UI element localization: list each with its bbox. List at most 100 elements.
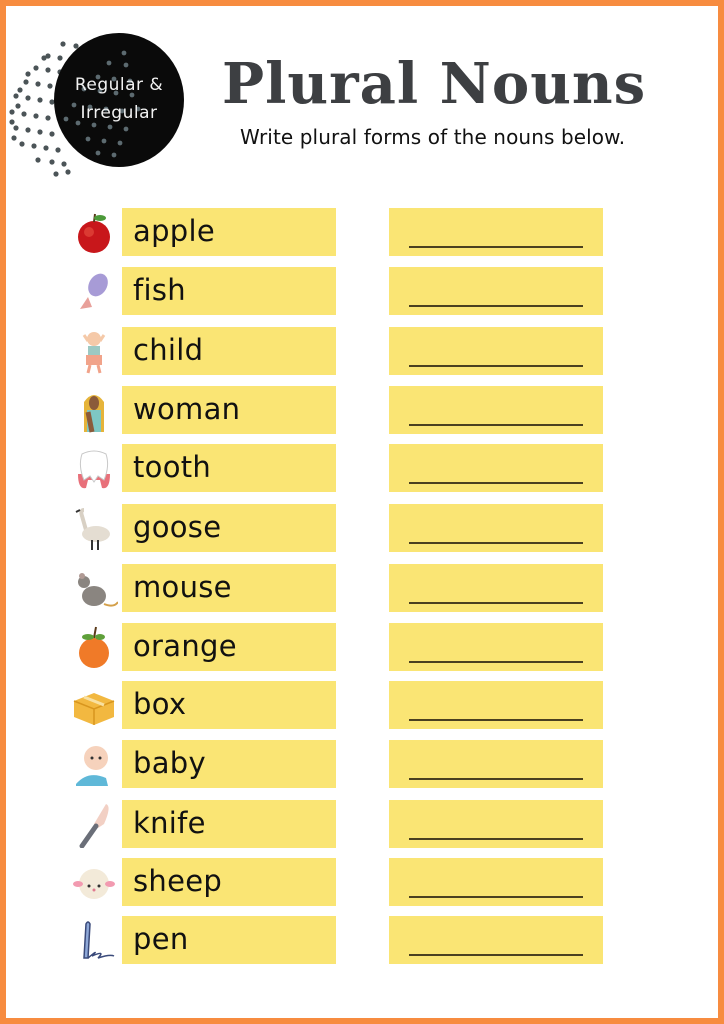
dot <box>111 152 117 158</box>
dot <box>45 67 51 73</box>
knife-icon <box>79 804 109 848</box>
noun-box: apple <box>122 208 336 256</box>
dot <box>25 127 31 133</box>
goose-icon <box>75 508 110 550</box>
plural-answer-field[interactable] <box>389 858 603 906</box>
dot <box>19 141 25 147</box>
answer-line <box>409 246 583 248</box>
noun-row: tooth <box>0 444 724 493</box>
pen-icon <box>83 921 115 959</box>
dot <box>106 60 112 66</box>
answer-line <box>409 424 583 426</box>
dot <box>43 145 49 151</box>
noun-box: box <box>122 681 336 729</box>
answer-line <box>409 719 583 721</box>
dot <box>15 103 21 109</box>
dot <box>13 125 19 131</box>
dot <box>21 111 27 117</box>
answer-line <box>409 661 583 663</box>
plural-answer-field[interactable] <box>389 564 603 612</box>
noun-row: orange <box>0 623 724 672</box>
dot <box>123 62 129 68</box>
dot <box>37 97 43 103</box>
plural-answer-field[interactable] <box>389 623 603 671</box>
answer-line <box>409 305 583 307</box>
noun-word: apple <box>133 214 215 248</box>
noun-box: tooth <box>122 444 336 492</box>
noun-word: mouse <box>133 570 232 604</box>
dot <box>41 55 47 61</box>
dot <box>35 157 41 163</box>
noun-row: apple <box>0 208 724 257</box>
dot <box>23 79 29 85</box>
answer-line <box>409 896 583 898</box>
sheep-icon <box>73 869 115 899</box>
plural-answer-field[interactable] <box>389 916 603 964</box>
plural-answer-field[interactable] <box>389 740 603 788</box>
noun-word: sheep <box>133 864 223 898</box>
noun-box: pen <box>122 916 336 964</box>
noun-row: pen <box>0 916 724 965</box>
dot <box>11 135 17 141</box>
plural-answer-field[interactable] <box>389 327 603 375</box>
noun-word: baby <box>133 746 206 780</box>
plural-answer-field[interactable] <box>389 681 603 729</box>
dot <box>33 113 39 119</box>
noun-box: goose <box>122 504 336 552</box>
plural-answer-field[interactable] <box>389 208 603 256</box>
noun-row: goose <box>0 504 724 553</box>
noun-row: sheep <box>0 858 724 907</box>
plural-answer-field[interactable] <box>389 800 603 848</box>
dot <box>9 109 15 115</box>
noun-row: woman <box>0 386 724 435</box>
dot <box>121 50 127 56</box>
woman-icon <box>84 395 104 433</box>
plural-answer-field[interactable] <box>389 444 603 492</box>
child-icon <box>82 332 106 374</box>
dot <box>47 83 53 89</box>
dot <box>37 129 43 135</box>
answer-line <box>409 365 583 367</box>
noun-row: fish <box>0 267 724 316</box>
answer-line <box>409 482 583 484</box>
plural-answer-field[interactable] <box>389 386 603 434</box>
noun-word: fish <box>133 273 186 307</box>
answer-line <box>409 778 583 780</box>
noun-box: mouse <box>122 564 336 612</box>
box-icon <box>73 693 115 725</box>
dot <box>9 119 15 125</box>
noun-box: orange <box>122 623 336 671</box>
dot <box>33 65 39 71</box>
noun-word: tooth <box>133 450 212 484</box>
noun-word: child <box>133 333 204 367</box>
dot <box>31 143 37 149</box>
badge-line-1: Regular & <box>74 75 164 95</box>
answer-line <box>409 838 583 840</box>
fish-icon <box>80 273 108 309</box>
noun-word: knife <box>133 806 206 840</box>
regular-irregular-badge: Regular & Irregular <box>54 33 184 167</box>
noun-word: box <box>133 687 187 721</box>
instructions: Write plural forms of the nouns below. <box>240 125 626 149</box>
mouse-icon <box>78 573 118 607</box>
noun-word: woman <box>133 392 241 426</box>
noun-box: knife <box>122 800 336 848</box>
dot <box>13 93 19 99</box>
plural-answer-field[interactable] <box>389 504 603 552</box>
plural-answer-field[interactable] <box>389 267 603 315</box>
dot <box>25 71 31 77</box>
answer-line <box>409 542 583 544</box>
noun-row: baby <box>0 740 724 789</box>
noun-box: child <box>122 327 336 375</box>
noun-box: baby <box>122 740 336 788</box>
apple-icon <box>78 213 110 253</box>
noun-box: fish <box>122 267 336 315</box>
tooth-icon <box>78 450 110 489</box>
page-title: Plural Nouns <box>222 51 647 117</box>
noun-row: child <box>0 327 724 376</box>
dot <box>95 150 101 156</box>
dot <box>25 95 31 101</box>
orange-icon <box>79 626 109 668</box>
answer-line <box>409 954 583 956</box>
dot <box>17 87 23 93</box>
